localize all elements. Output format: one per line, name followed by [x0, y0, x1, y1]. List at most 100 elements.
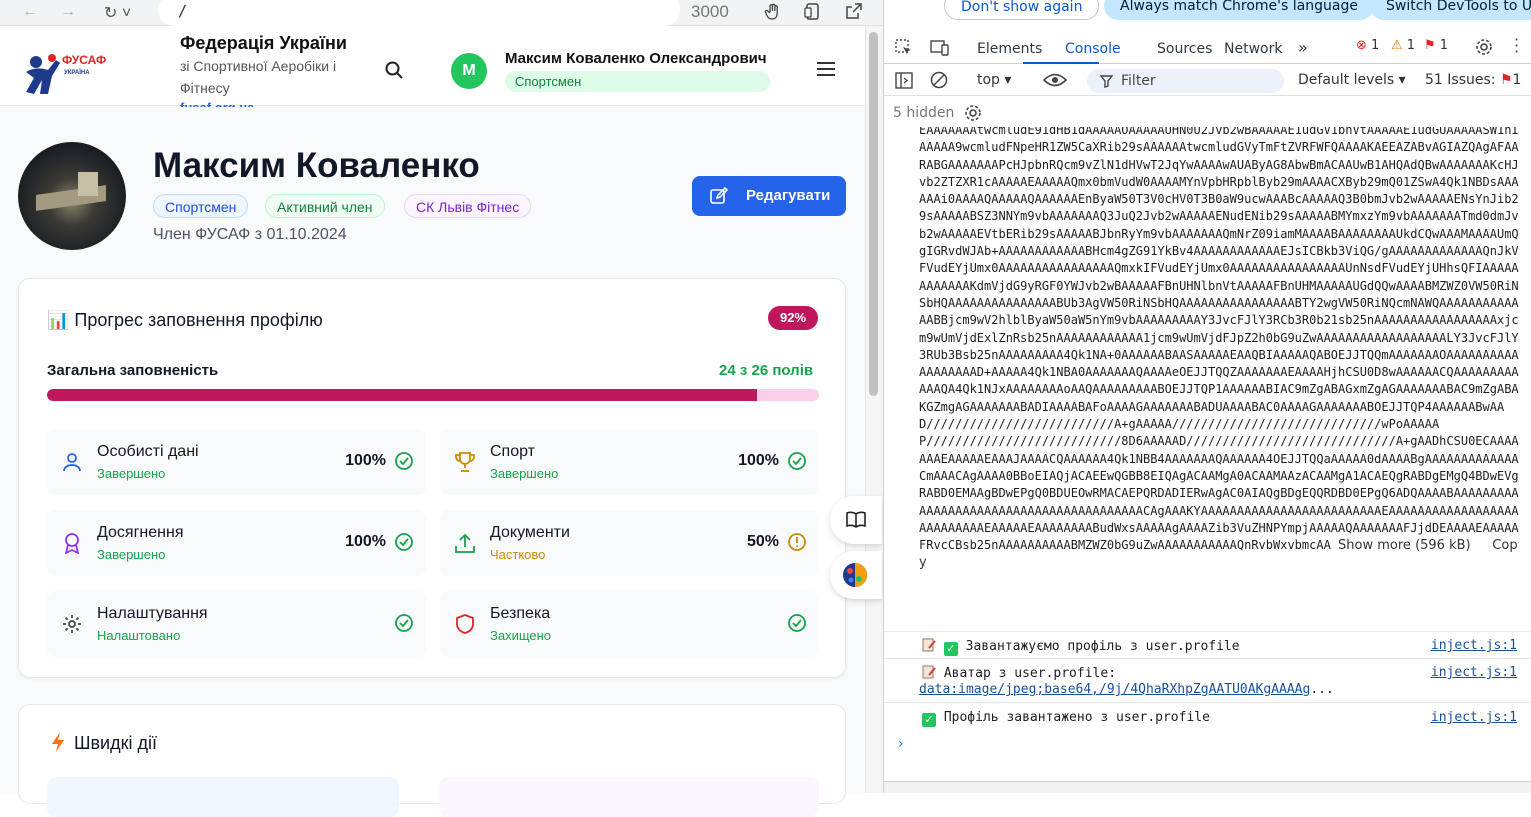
section-sport[interactable]: Спорт Завершено 100% [440, 429, 819, 495]
browser-toolbar: ← → ↻ ˅ / 3000 [0, 0, 883, 26]
check-circle-icon [788, 452, 806, 470]
progress-bar-fill [47, 389, 758, 401]
log-levels-dropdown[interactable]: Default levels ▾ [1298, 72, 1406, 88]
issue-count: 1 [1439, 38, 1449, 53]
hidden-count: 5 hidden [893, 105, 955, 121]
hand-cursor-icon[interactable] [764, 3, 782, 21]
clear-console-icon[interactable] [930, 71, 948, 89]
log-source-link[interactable]: inject.js:1 [1431, 665, 1517, 680]
warning-icon: ⚠ [1391, 38, 1403, 53]
device-toggle-icon[interactable] [804, 3, 820, 21]
gear-icon [63, 615, 81, 633]
devtools-tabbar: Elements Console Sources Network » ⊗ 1 ⚠… [884, 32, 1531, 64]
sidebar-toggle-icon[interactable] [895, 72, 913, 89]
error-counter[interactable]: ⊗ 1 [1356, 38, 1379, 53]
switch-language-button[interactable]: Switch DevTools to U [1370, 0, 1531, 20]
drawer-strip [884, 781, 1531, 793]
settings-gear-icon[interactable] [1475, 38, 1493, 56]
hidden-messages: 5 hidden [893, 105, 981, 121]
tab-sources[interactable]: Sources [1157, 41, 1212, 57]
section-documents[interactable]: Документи Частково 50% [440, 510, 819, 576]
upload-icon [455, 533, 475, 553]
extension-button[interactable] [830, 551, 882, 599]
quick-actions-title: Швидкі дії [74, 733, 157, 753]
org-subtitle: зі Спортивної Аеробіки і Фітнесу [180, 58, 337, 96]
section-percent: 50% [746, 533, 779, 550]
role-badge: Спортсмен [153, 194, 249, 218]
check-circle-icon [395, 614, 413, 632]
open-external-icon[interactable] [846, 3, 862, 19]
section-achievements[interactable]: Досягнення Завершено 100% [47, 510, 426, 576]
log-row[interactable]: ✓ Профіль завантажено з user.profile inj… [884, 702, 1531, 730]
log-text: Аватар з user.profile: [943, 666, 1117, 681]
section-personal[interactable]: Особисті дані Завершено 100% [47, 429, 426, 495]
base64-output: EAAAAAAAtwcmludE91dHB1dAAAAAOAAAAAUHN0U2… [919, 127, 1522, 622]
issues-link[interactable]: 51 Issues: ⚑1 [1425, 72, 1521, 88]
dont-show-again-button[interactable]: Don't show again [944, 0, 1100, 20]
section-percent: 100% [345, 452, 386, 469]
url-bar[interactable]: / [158, 0, 680, 26]
device-mode-icon[interactable] [930, 39, 950, 57]
data-url-link[interactable]: data:image/jpeg;base64,/9j/4QhaRXhpZgAAT… [919, 682, 1310, 697]
url-text: / [178, 2, 188, 20]
log-row[interactable]: ✓ Завантажуємо профіль з user.profile in… [884, 631, 1531, 658]
log-text: Завантажуємо профіль з user.profile [965, 639, 1240, 654]
show-more-button[interactable]: Show more (596 kB) [1338, 538, 1471, 553]
log-source-link[interactable]: inject.js:1 [1431, 638, 1517, 653]
hamburger-menu-icon[interactable] [817, 62, 835, 76]
warning-circle-icon [788, 533, 806, 551]
back-icon[interactable]: ← [22, 3, 38, 21]
forward-icon[interactable]: → [60, 3, 76, 21]
tab-elements[interactable]: Elements [977, 41, 1042, 57]
check-mark-icon: ✓ [943, 642, 958, 656]
edit-profile-button[interactable]: Редагувати [692, 176, 846, 216]
quick-action-1[interactable] [47, 777, 399, 817]
context-selector[interactable]: top ▾ [977, 72, 1011, 88]
console-settings-icon[interactable] [964, 104, 982, 122]
context-label: top [977, 72, 1000, 88]
trophy-icon [455, 452, 475, 472]
app-viewport: ФУСАФ УКРАЇНА Федерація України зі Спорт… [0, 26, 865, 817]
log-source-link[interactable]: inject.js:1 [1431, 710, 1517, 725]
more-tabs-icon[interactable]: » [1298, 38, 1308, 57]
fusaf-logo[interactable]: ФУСАФ УКРАЇНА [22, 50, 110, 98]
site-header: ФУСАФ УКРАЇНА Федерація України зі Спорт… [0, 26, 865, 115]
error-icon: ⊗ [1356, 38, 1367, 53]
eye-icon[interactable] [1043, 73, 1067, 87]
log-row[interactable]: Аватар з user.profile: inject.js:1 data:… [884, 658, 1531, 702]
check-circle-icon [395, 452, 413, 470]
warning-counter[interactable]: ⚠ 1 [1391, 38, 1415, 53]
inspect-element-icon[interactable] [895, 39, 913, 57]
check-circle-icon [788, 614, 806, 632]
warning-count: 1 [1406, 38, 1416, 53]
reload-icon[interactable]: ↻ ˅ [104, 3, 131, 23]
tab-console[interactable]: Console [1065, 41, 1121, 57]
overall-label: Загальна заповненість [47, 362, 219, 379]
profile-progress-card: 📊 Прогрес заповнення профілю 92% Загальн… [18, 278, 846, 678]
reader-mode-button[interactable] [830, 496, 882, 544]
section-settings[interactable]: Налаштування Налаштовано [47, 591, 426, 657]
section-status: Завершено [97, 547, 166, 562]
section-percent: 100% [345, 533, 386, 550]
quick-action-2[interactable] [439, 777, 819, 817]
search-icon[interactable] [384, 60, 404, 80]
user-icon [63, 453, 81, 472]
club-badge: СК Львів Фітнес [404, 194, 532, 218]
page-scrollbar-thumb[interactable] [869, 32, 878, 396]
issues-counter[interactable]: ⚑ 1 [1424, 38, 1448, 53]
membership-badge: Активний член [265, 194, 385, 218]
kebab-menu-icon[interactable]: · · · [1514, 32, 1519, 60]
match-language-button[interactable]: Always match Chrome's language [1104, 0, 1374, 20]
check-mark-icon: ✓ [922, 713, 936, 727]
section-security[interactable]: Безпека Захищено [440, 591, 819, 657]
member-since: Член ФУСАФ з 01.10.2024 [153, 226, 347, 243]
issues-label: 51 Issues: [1425, 72, 1496, 88]
console-prompt[interactable]: › [898, 736, 904, 752]
console-output: EAAAAAAAtwcmludE91dHB1dAAAAAOAAAAAUHN0U2… [884, 127, 1531, 793]
tab-network[interactable]: Network [1224, 41, 1282, 57]
console-filter-input[interactable]: Filter [1087, 69, 1284, 93]
section-status: Завершено [490, 466, 559, 481]
shield-icon [456, 614, 474, 634]
lightning-icon [52, 732, 64, 752]
user-avatar[interactable]: М [451, 53, 487, 89]
